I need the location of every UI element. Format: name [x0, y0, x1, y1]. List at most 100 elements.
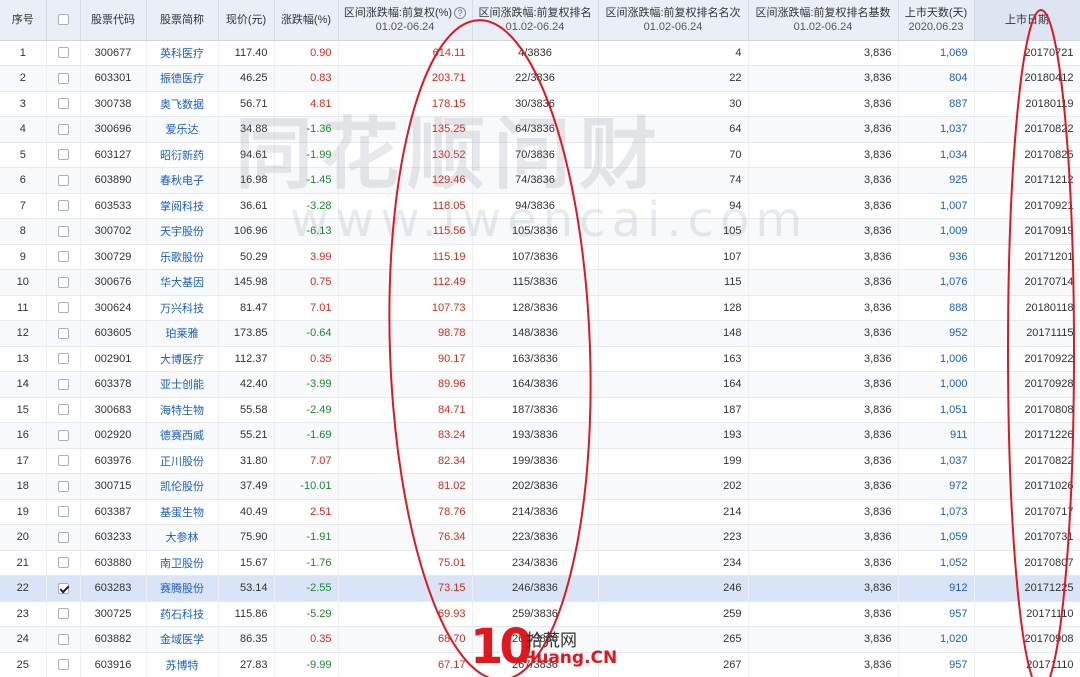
cell-listed-days[interactable]: 1,051 [898, 397, 975, 423]
row-checkbox[interactable] [57, 608, 69, 620]
col-header-rank-base[interactable]: 区间涨跌幅:前复权排名基数 01.02-06.24 [748, 0, 899, 41]
select-all-checkbox[interactable] [57, 14, 69, 26]
cell-listed-days[interactable]: 912 [898, 575, 975, 602]
cell-select[interactable] [46, 167, 81, 194]
row-checkbox[interactable] [57, 659, 69, 671]
cell-select[interactable] [46, 269, 81, 296]
cell-stock-name-link[interactable]: 海特生物 [146, 397, 219, 423]
row-checkbox[interactable] [57, 225, 69, 237]
row-checkbox[interactable] [57, 72, 69, 84]
cell-stock-name-link[interactable]: 赛腾股份 [146, 575, 219, 602]
cell-stock-name-link[interactable]: 大参林 [146, 524, 219, 551]
cell-listed-days[interactable]: 1,000 [898, 371, 975, 398]
table-row[interactable]: 15 300683 海特生物 55.58 -2.49 84.71 187/3836 187 3,… [0, 397, 1080, 423]
cell-select[interactable] [46, 652, 81, 677]
table-row[interactable]: 6 603890 春秋电子 16.98 -1.45 129.46 74/3836 74 3,83… [0, 167, 1080, 194]
row-checkbox[interactable] [57, 327, 69, 339]
cell-listed-days[interactable]: 936 [898, 244, 975, 270]
cell-select[interactable] [46, 295, 81, 321]
row-checkbox[interactable] [57, 557, 69, 569]
cell-stock-name-link[interactable]: 大博医疗 [146, 346, 219, 372]
col-header-rank[interactable]: 区间涨跌幅:前复权排名 01.02-06.24 [472, 0, 599, 41]
cell-listed-days[interactable]: 1,076 [898, 269, 975, 296]
row-checkbox[interactable] [57, 404, 69, 416]
cell-listed-days[interactable]: 1,059 [898, 524, 975, 551]
cell-listed-days[interactable]: 1,073 [898, 499, 975, 525]
cell-listed-days[interactable]: 888 [898, 295, 975, 321]
cell-select[interactable] [46, 626, 81, 653]
table-row[interactable]: 13 002901 大博医疗 112.37 0.35 90.17 163/3836 163 3,… [0, 346, 1080, 372]
cell-stock-name-link[interactable]: 万兴科技 [146, 295, 219, 321]
row-checkbox[interactable] [57, 251, 69, 263]
col-header-range-change[interactable]: 区间涨跌幅:前复权(%)? 01.02-06.24 [338, 0, 473, 41]
cell-listed-days[interactable]: 1,037 [898, 116, 975, 143]
cell-listed-days[interactable]: 1,037 [898, 448, 975, 474]
table-row[interactable]: 7 603533 掌阅科技 36.61 -3.28 118.05 94/3836 94 3,83… [0, 193, 1080, 219]
table-row[interactable]: 23 300725 药石科技 115.86 -5.29 69.93 259/3836 259 3… [0, 601, 1080, 627]
table-row[interactable]: 5 603127 昭衍新药 94.61 -1.99 130.52 70/3836 70 3,83… [0, 142, 1080, 168]
cell-stock-name-link[interactable]: 爱乐达 [146, 116, 219, 143]
cell-select[interactable] [46, 346, 81, 372]
cell-stock-name-link[interactable]: 振德医疗 [146, 65, 219, 92]
cell-select[interactable] [46, 65, 81, 92]
row-checkbox[interactable] [57, 276, 69, 288]
table-row[interactable]: 1 300677 英科医疗 117.40 0.90 614.11 4/3836 4 3,836 1… [0, 40, 1080, 66]
cell-select[interactable] [46, 91, 81, 117]
cell-select[interactable] [46, 422, 81, 449]
table-row[interactable]: 9 300729 乐歌股份 50.29 3.99 115.19 107/3836 107 3,8… [0, 244, 1080, 270]
cell-listed-days[interactable]: 952 [898, 320, 975, 347]
table-row[interactable]: 17 603976 正川股份 31.80 7.07 82.34 199/3836 199 3,8… [0, 448, 1080, 474]
cell-stock-name-link[interactable]: 苏博特 [146, 652, 219, 677]
cell-stock-name-link[interactable]: 德赛西威 [146, 422, 219, 449]
col-header-select-all[interactable] [46, 0, 81, 41]
table-row[interactable]: 19 603387 基蛋生物 40.49 2.51 78.76 214/3836 214 3,8… [0, 499, 1080, 525]
cell-stock-name-link[interactable]: 基蛋生物 [146, 499, 219, 525]
cell-stock-name-link[interactable]: 英科医疗 [146, 40, 219, 66]
cell-select[interactable] [46, 448, 81, 474]
row-checkbox[interactable] [57, 506, 69, 518]
row-checkbox[interactable] [57, 302, 69, 314]
cell-listed-days[interactable]: 804 [898, 65, 975, 92]
cell-select[interactable] [46, 473, 81, 500]
col-header-days[interactable]: 上市天数(天) 2020.06.23 [898, 0, 975, 41]
row-checkbox[interactable] [57, 582, 69, 594]
table-row[interactable]: 2 603301 振德医疗 46.25 0.83 203.71 22/3836 22 3,836… [0, 65, 1080, 92]
table-row[interactable]: 22 603283 赛腾股份 53.14 -2.55 73.15 246/3836 246 3,… [0, 575, 1080, 602]
col-header-code[interactable]: 股票代码 [80, 0, 147, 41]
cell-stock-name-link[interactable]: 正川股份 [146, 448, 219, 474]
col-header-price[interactable]: 现价(元) [218, 0, 275, 41]
cell-stock-name-link[interactable]: 昭衍新药 [146, 142, 219, 168]
table-row[interactable]: 4 300696 爱乐达 34.88 -1.36 135.25 64/3836 64 3,836… [0, 116, 1080, 143]
col-header-change[interactable]: 涨跌幅(%) [274, 0, 339, 41]
cell-listed-days[interactable]: 1,007 [898, 193, 975, 219]
col-header-name[interactable]: 股票简称 [146, 0, 219, 41]
cell-listed-days[interactable]: 1,020 [898, 626, 975, 653]
cell-select[interactable] [46, 320, 81, 347]
row-checkbox[interactable] [57, 455, 69, 467]
col-header-list-date[interactable]: 上市日期 [974, 0, 1080, 41]
help-icon[interactable]: ? [454, 6, 467, 19]
cell-stock-name-link[interactable]: 凯伦股份 [146, 473, 219, 500]
col-header-seq[interactable]: 序号 [0, 0, 47, 41]
cell-stock-name-link[interactable]: 乐歌股份 [146, 244, 219, 270]
cell-listed-days[interactable]: 925 [898, 167, 975, 194]
cell-stock-name-link[interactable]: 奥飞数据 [146, 91, 219, 117]
cell-listed-days[interactable]: 1,009 [898, 218, 975, 245]
row-checkbox[interactable] [57, 200, 69, 212]
cell-stock-name-link[interactable]: 金域医学 [146, 626, 219, 653]
col-header-rank-order[interactable]: 区间涨跌幅:前复权排名名次 01.02-06.24 [598, 0, 749, 41]
row-checkbox[interactable] [57, 480, 69, 492]
cell-listed-days[interactable]: 887 [898, 91, 975, 117]
row-checkbox[interactable] [57, 149, 69, 161]
cell-stock-name-link[interactable]: 华大基因 [146, 269, 219, 296]
cell-stock-name-link[interactable]: 天宇股份 [146, 218, 219, 245]
cell-select[interactable] [46, 193, 81, 219]
table-row[interactable]: 25 603916 苏博特 27.83 -9.99 67.17 267/3836 267 3,8… [0, 652, 1080, 677]
row-checkbox[interactable] [57, 378, 69, 390]
cell-stock-name-link[interactable]: 春秋电子 [146, 167, 219, 194]
row-checkbox[interactable] [57, 174, 69, 186]
table-row[interactable]: 10 300676 华大基因 145.98 0.75 112.49 115/3836 115 3… [0, 269, 1080, 296]
table-row[interactable]: 14 603378 亚士创能 42.40 -3.99 89.96 164/3836 164 3,… [0, 371, 1080, 398]
cell-listed-days[interactable]: 911 [898, 422, 975, 449]
table-row[interactable]: 20 603233 大参林 75.90 -1.91 76.34 223/3836 223 3,8… [0, 524, 1080, 551]
